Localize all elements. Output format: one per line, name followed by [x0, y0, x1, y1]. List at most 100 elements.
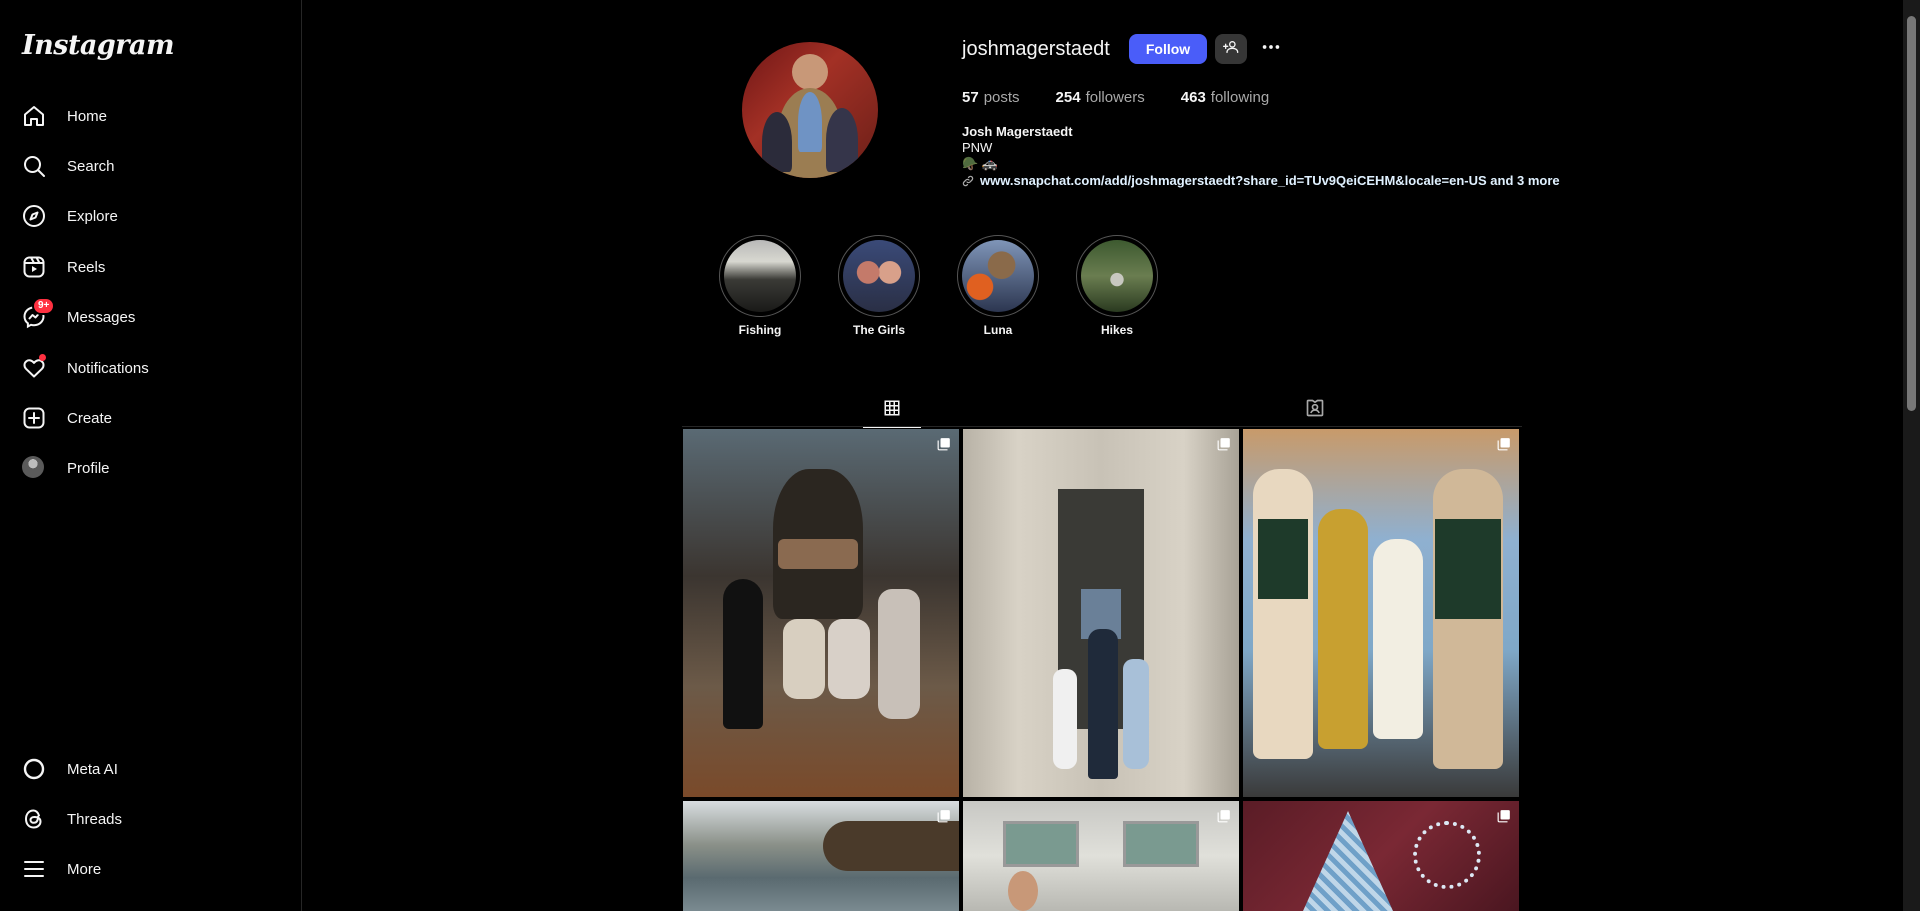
tab-tagged[interactable] [1286, 394, 1344, 427]
profile-username: joshmagerstaedt [962, 37, 1110, 60]
post-person [1253, 469, 1313, 759]
carousel-icon [1217, 810, 1230, 823]
reels-icon [22, 255, 46, 279]
nav-meta-ai[interactable]: Meta AI [22, 749, 282, 789]
post-person [1123, 659, 1149, 769]
highlight-cover [724, 240, 796, 312]
post-item[interactable] [1243, 801, 1519, 911]
highlight-label: The Girls [852, 323, 905, 337]
carousel-icon [1497, 438, 1510, 451]
scrollbar-thumb[interactable] [1907, 16, 1916, 411]
link-icon [962, 175, 974, 187]
messenger-icon: 9+ [22, 297, 56, 329]
add-person-icon [1223, 39, 1239, 60]
nav-search-label: Search [67, 157, 115, 175]
profile-avatar-icon [22, 456, 46, 480]
profile-picture-face [792, 54, 828, 90]
profile-full-name: Josh Magerstaedt [962, 124, 1073, 139]
nav-create[interactable]: Create [22, 398, 282, 438]
follow-button[interactable]: Follow [1128, 34, 1208, 64]
nav-home[interactable]: Home [22, 96, 282, 136]
post-item[interactable] [963, 429, 1239, 797]
post-window [1123, 821, 1199, 867]
post-window [1003, 821, 1079, 867]
nav-reels[interactable]: Reels [22, 247, 282, 287]
nav-notifications-label: Notifications [67, 359, 149, 377]
nav-messages-label: Messages [67, 308, 136, 326]
post-item[interactable] [683, 801, 959, 911]
highlight-luna[interactable]: Luna [953, 235, 1043, 337]
options-button[interactable] [1257, 34, 1285, 64]
highlight-cover [1081, 240, 1153, 312]
tagged-icon [1305, 398, 1325, 423]
grid-icon [883, 399, 901, 422]
carousel-icon [1217, 438, 1230, 451]
bio-emoji: 🪖 🚓 [962, 156, 998, 171]
profile-bio: Josh Magerstaedt PNW 🪖 🚓 www.snapchat.co… [962, 124, 1560, 189]
followers-label: followers [1085, 89, 1145, 106]
highlight-hikes[interactable]: Hikes [1072, 235, 1162, 337]
highlight-ring [838, 235, 920, 317]
post-person [878, 589, 920, 719]
sidebar: Instagram Home Search Explore Reels 9+ M… [0, 0, 302, 911]
post-person [1433, 469, 1503, 769]
following-count: 463 [1180, 89, 1206, 106]
post-person [828, 619, 870, 699]
followers-count: 254 [1055, 89, 1081, 106]
highlight-ring [957, 235, 1039, 317]
compass-icon [22, 204, 46, 228]
post-item[interactable] [1243, 429, 1519, 797]
page-scrollbar[interactable] [1903, 0, 1920, 911]
highlight-fishing[interactable]: Fishing [715, 235, 805, 337]
more-horizontal-icon [1260, 36, 1282, 63]
post-person-top [1258, 519, 1308, 599]
notification-dot [39, 354, 46, 361]
highlight-label: Fishing [738, 323, 782, 337]
post-snowflake [1413, 821, 1481, 889]
followers-stat[interactable]: 254 followers [1056, 89, 1145, 106]
heart-icon [22, 354, 46, 380]
profile-picture-child-left [762, 112, 792, 172]
messages-badge: 9+ [32, 297, 56, 315]
nav-profile[interactable]: Profile [22, 448, 282, 488]
nav-create-label: Create [67, 409, 113, 427]
nav-threads[interactable]: Threads [22, 799, 282, 839]
post-light-tree [1303, 811, 1393, 911]
carousel-icon [937, 438, 950, 451]
profile-picture[interactable] [742, 42, 878, 178]
hamburger-icon [22, 857, 46, 881]
posts-label: posts [983, 89, 1020, 106]
highlight-cover [843, 240, 915, 312]
nav-search[interactable]: Search [22, 146, 282, 186]
nav-messages[interactable]: 9+ Messages [22, 297, 282, 337]
post-item[interactable] [683, 429, 959, 797]
post-person [1318, 509, 1368, 749]
profile-header-row: joshmagerstaedt Follow [962, 34, 1285, 64]
following-stat[interactable]: 463 following [1181, 89, 1269, 106]
nav-explore-label: Explore [67, 207, 118, 225]
post-person [1053, 669, 1077, 769]
bio-link[interactable]: www.snapchat.com/add/joshmagerstaedt?sha… [962, 173, 1560, 189]
nav-threads-label: Threads [67, 810, 123, 828]
post-person [783, 619, 825, 699]
nav-reels-label: Reels [67, 258, 106, 276]
suggested-users-button[interactable] [1215, 34, 1248, 64]
tab-posts[interactable] [863, 394, 921, 428]
nav-notifications[interactable]: Notifications [22, 348, 282, 388]
plus-square-icon [22, 406, 46, 430]
post-person [1088, 629, 1118, 779]
profile-picture-child-right [826, 108, 858, 172]
nav-more[interactable]: More [22, 849, 282, 889]
instagram-logo[interactable]: Instagram [22, 30, 175, 61]
highlight-the-girls[interactable]: The Girls [834, 235, 924, 337]
posts-stat: 57 posts [962, 89, 1020, 106]
post-person [723, 579, 763, 729]
post-item[interactable] [963, 801, 1239, 911]
highlight-cover [962, 240, 1034, 312]
post-person [1008, 871, 1038, 911]
nav-more-label: More [67, 860, 102, 878]
nav-explore[interactable]: Explore [22, 196, 282, 236]
threads-icon [22, 807, 46, 831]
carousel-icon [1497, 810, 1510, 823]
profile-picture-shirt [798, 92, 822, 152]
